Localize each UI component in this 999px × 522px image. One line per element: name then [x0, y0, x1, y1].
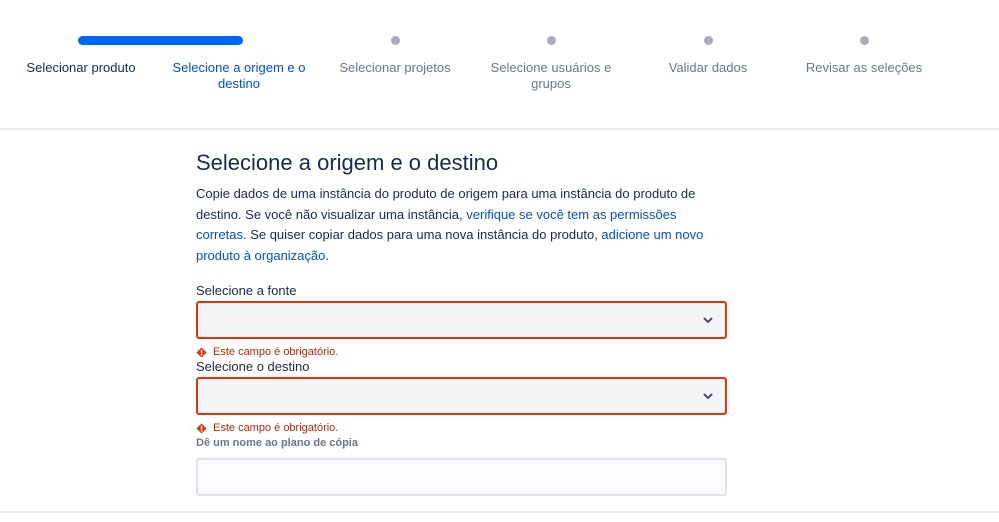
description-text: . Se quiser copiar dados para uma nova i…: [242, 227, 602, 242]
step-review-selections: Revisar as seleções: [789, 0, 939, 128]
step-dot: [391, 36, 400, 45]
source-select[interactable]: [196, 301, 727, 339]
description-text: .: [325, 247, 329, 263]
step-progress-bar-done: [78, 36, 160, 45]
source-label: Selecione a fonte: [196, 283, 297, 298]
step-label: Validar dados: [668, 60, 748, 75]
step-dot: [704, 36, 713, 45]
plan-name-field-group: Dê um nome ao plano de cópia: [196, 435, 728, 496]
destination-label: Selecione o destino: [196, 359, 310, 374]
destination-error-text: Este campo é obrigatório.: [213, 422, 339, 434]
plan-name-label: Dê um nome ao plano de cópia: [196, 437, 358, 449]
step-select-product: Selecionar produto: [0, 0, 160, 128]
step-dot: [547, 36, 556, 45]
step-label: Selecionar projetos: [339, 60, 451, 75]
bottom-divider: [0, 511, 999, 513]
step-progress-bar-active: [160, 36, 243, 45]
step-validate-data: Validar dados: [633, 0, 783, 128]
destination-error: Este campo é obrigatório.: [196, 421, 728, 435]
step-dot: [860, 36, 869, 45]
step-select-users-groups: Selecione usuários e grupos: [476, 0, 626, 128]
step-label: Revisar as seleções: [805, 60, 923, 75]
destination-select[interactable]: [196, 377, 727, 415]
main-form-section: Selecione a origem e o destino Copie dad…: [196, 146, 728, 496]
error-icon: [196, 422, 207, 434]
plan-name-input[interactable]: [196, 458, 727, 496]
progress-stepper: Selecionar produto Selecione a origem e …: [0, 0, 999, 130]
source-error: Este campo é obrigatório.: [196, 345, 728, 359]
source-field-group: Selecione a fonte Este campo é obrigatór…: [196, 283, 728, 359]
step-label: Selecione usuários e grupos: [490, 60, 612, 91]
destination-field-group: Selecione o destino Este campo é obrigat…: [196, 359, 728, 435]
chevron-down-icon: [703, 317, 713, 323]
source-error-text: Este campo é obrigatório.: [213, 346, 339, 358]
chevron-down-icon: [703, 393, 713, 399]
step-select-source-destination: Selecione a origem e o destino: [160, 0, 316, 128]
page-description: Copie dados de uma instância do produto …: [196, 184, 728, 266]
step-select-projects: Selecionar projetos: [320, 0, 470, 128]
step-label: Selecione a origem e o destino: [172, 60, 306, 91]
page-title: Selecione a origem e o destino: [196, 150, 499, 175]
step-label: Selecionar produto: [26, 60, 136, 75]
error-icon: [196, 346, 207, 358]
